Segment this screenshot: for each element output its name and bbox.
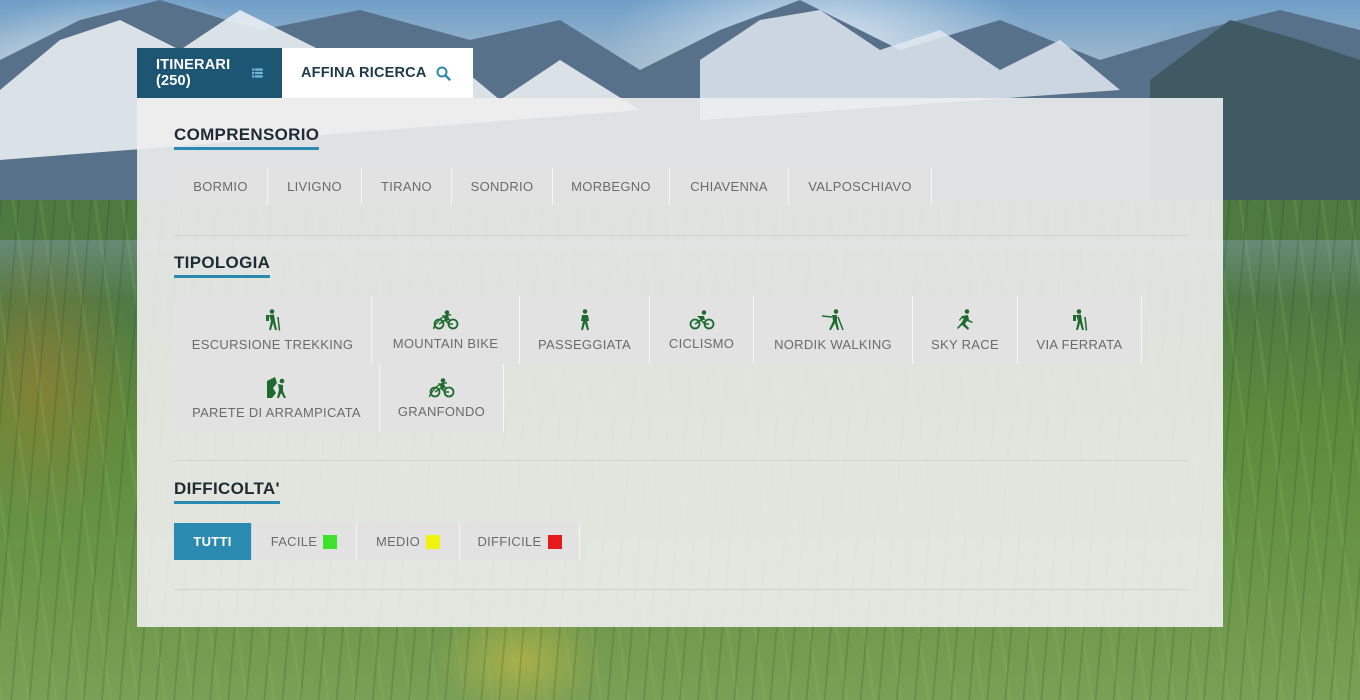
tipologia-list: ESCURSIONE TREKKING MOUNTAIN BIKE PASSEG… bbox=[174, 296, 1184, 432]
list-icon bbox=[252, 68, 263, 78]
section-title-tipologia: TIPOLOGIA bbox=[174, 254, 271, 278]
tipologia-label: VIA FERRATA bbox=[1036, 336, 1123, 352]
mountain-bike-icon bbox=[432, 309, 458, 329]
section-divider bbox=[174, 589, 1189, 590]
section-title-difficolta: DIFFICOLTA' bbox=[174, 480, 280, 504]
comprensorio-valposchiavo[interactable]: VALPOSCHIAVO bbox=[789, 168, 932, 205]
tipologia-label: ESCURSIONE TREKKING bbox=[191, 336, 354, 352]
red-swatch-icon bbox=[547, 534, 562, 549]
hiker-icon bbox=[1072, 308, 1087, 331]
difficolta-list: TUTTI FACILE MEDIO DIFFICILE bbox=[174, 523, 580, 560]
nordic-walking-icon bbox=[821, 308, 844, 330]
difficolta-facile[interactable]: FACILE bbox=[252, 523, 357, 560]
section-title-comprensorio: COMPRENSORIO bbox=[174, 126, 320, 150]
comprensorio-list: BORMIO LIVIGNO TIRANO SONDRIO MORBEGNO C… bbox=[174, 168, 932, 205]
difficolta-difficile[interactable]: DIFFICILE bbox=[460, 523, 580, 560]
section-divider bbox=[174, 460, 1189, 461]
tipologia-label: SKY RACE bbox=[931, 336, 999, 352]
green-swatch-icon bbox=[323, 534, 338, 549]
tipologia-sky-race[interactable]: SKY RACE bbox=[913, 296, 1018, 364]
comprensorio-livigno[interactable]: LIVIGNO bbox=[268, 168, 362, 205]
difficolta-label: MEDIO bbox=[375, 534, 421, 549]
tipologia-granfondo[interactable]: GRANFONDO bbox=[380, 364, 504, 432]
cyclist-icon bbox=[689, 309, 714, 329]
mountain-bike-icon bbox=[428, 377, 454, 397]
comprensorio-bormio[interactable]: BORMIO bbox=[174, 168, 268, 205]
search-icon bbox=[436, 66, 451, 81]
difficolta-medio[interactable]: MEDIO bbox=[357, 523, 460, 560]
runner-icon bbox=[957, 308, 973, 330]
tipologia-label: CICLISMO bbox=[668, 335, 735, 351]
tipologia-passeggiata[interactable]: PASSEGGIATA bbox=[520, 296, 650, 364]
section-divider bbox=[174, 235, 1189, 236]
comprensorio-sondrio[interactable]: SONDRIO bbox=[452, 168, 553, 205]
tipologia-label: MOUNTAIN BIKE bbox=[392, 335, 499, 351]
comprensorio-tirano[interactable]: TIRANO bbox=[362, 168, 452, 205]
tipologia-label: GRANFONDO bbox=[397, 403, 486, 419]
tab-itinerari[interactable]: ITINERARI (250) bbox=[137, 48, 282, 98]
tipologia-label: PARETE DI ARRAMPICATA bbox=[192, 404, 361, 420]
difficolta-tutti[interactable]: TUTTI bbox=[174, 523, 252, 560]
tipologia-mountain-bike[interactable]: MOUNTAIN BIKE bbox=[372, 296, 520, 364]
yellow-swatch-icon bbox=[426, 534, 441, 549]
tipologia-label: NORDIK WALKING bbox=[774, 336, 892, 352]
tipologia-label: PASSEGGIATA bbox=[538, 336, 631, 352]
difficolta-label: FACILE bbox=[270, 534, 318, 549]
tipologia-parete-di-arrampicata[interactable]: PARETE DI ARRAMPICATA bbox=[174, 364, 380, 432]
search-tabs: ITINERARI (250) AFFINA RICERCA bbox=[137, 48, 473, 98]
difficolta-label: TUTTI bbox=[193, 534, 232, 549]
difficolta-label: DIFFICILE bbox=[477, 534, 542, 549]
filter-panel: COMPRENSORIO BORMIO LIVIGNO TIRANO SONDR… bbox=[137, 98, 1223, 627]
comprensorio-morbegno[interactable]: MORBEGNO bbox=[553, 168, 670, 205]
climbing-icon bbox=[266, 376, 286, 398]
tipologia-via-ferrata[interactable]: VIA FERRATA bbox=[1018, 296, 1142, 364]
tipologia-ciclismo[interactable]: CICLISMO bbox=[650, 296, 754, 364]
comprensorio-chiavenna[interactable]: CHIAVENNA bbox=[670, 168, 789, 205]
walker-icon bbox=[580, 308, 589, 330]
tipologia-escursione-trekking[interactable]: ESCURSIONE TREKKING bbox=[174, 296, 372, 364]
hiker-icon bbox=[265, 308, 280, 331]
tab-affina-label: AFFINA RICERCA bbox=[301, 65, 427, 81]
tab-affina-ricerca[interactable]: AFFINA RICERCA bbox=[282, 48, 473, 98]
tab-itinerari-label: ITINERARI (250) bbox=[156, 57, 231, 89]
tipologia-nordik-walking[interactable]: NORDIK WALKING bbox=[754, 296, 913, 364]
